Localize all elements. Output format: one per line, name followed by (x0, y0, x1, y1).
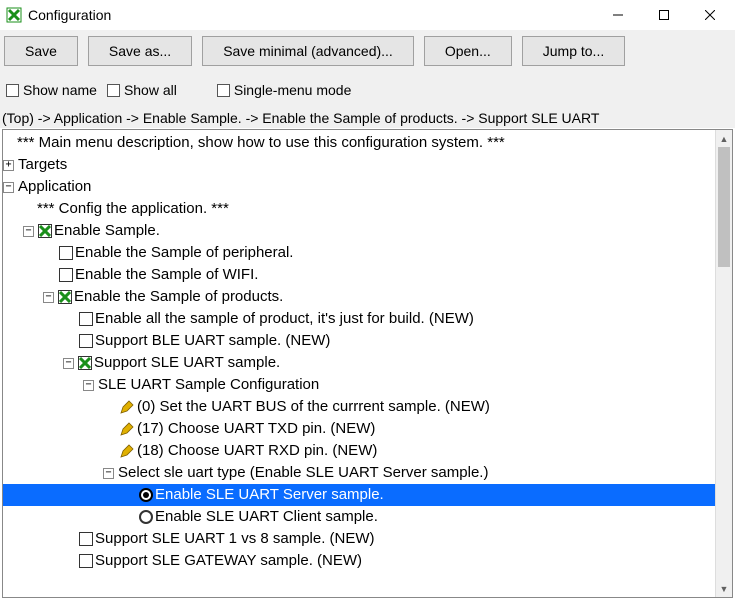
titlebar: Configuration (0, 0, 735, 30)
tree-item-app-description: *** Config the application. *** (3, 198, 715, 220)
collapse-icon[interactable]: − (43, 292, 54, 303)
checkbox-off-icon[interactable] (59, 268, 73, 282)
scroll-thumb[interactable] (718, 147, 730, 267)
tree-item-description: *** Main menu description, show how to u… (3, 132, 715, 154)
single-menu-checkbox[interactable]: Single-menu mode (217, 82, 352, 98)
close-button[interactable] (687, 0, 733, 30)
vertical-scrollbar[interactable]: ▲ ▼ (715, 130, 732, 597)
collapse-icon[interactable]: − (63, 358, 74, 369)
pencil-icon (119, 399, 135, 415)
tree-item-uart-txd[interactable]: (17) Choose UART TXD pin. (NEW) (3, 418, 715, 440)
breadcrumb: (Top) -> Application -> Enable Sample. -… (0, 108, 735, 128)
show-name-label: Show name (23, 82, 97, 98)
checkbox-off-icon[interactable] (79, 554, 93, 568)
checkbox-off-icon[interactable] (79, 312, 93, 326)
tree-item-sample-products[interactable]: − Enable the Sample of products. (3, 286, 715, 308)
tree-item-sle-config[interactable]: − SLE UART Sample Configuration (3, 374, 715, 396)
radio-off-icon[interactable] (139, 510, 153, 524)
tree-item-sample-wifi[interactable]: Enable the Sample of WIFI. (3, 264, 715, 286)
jump-to-button[interactable]: Jump to... (522, 36, 625, 66)
tree-item-enable-all[interactable]: Enable all the sample of product, it's j… (3, 308, 715, 330)
tree-item-sle-uart[interactable]: − Support SLE UART sample. (3, 352, 715, 374)
checkbox-off-icon[interactable] (59, 246, 73, 260)
checkbox-on-icon[interactable] (78, 356, 92, 370)
pencil-icon (119, 443, 135, 459)
tree-item-enable-sample[interactable]: − Enable Sample. (3, 220, 715, 242)
window-title: Configuration (28, 7, 595, 23)
show-all-label: Show all (124, 82, 177, 98)
toolbar: Save Save as... Save minimal (advanced).… (0, 30, 735, 72)
collapse-icon[interactable]: − (103, 468, 114, 479)
tree-item-uart-bus[interactable]: (0) Set the UART BUS of the currrent sam… (3, 396, 715, 418)
collapse-icon[interactable]: − (23, 226, 34, 237)
app-icon (6, 7, 22, 23)
tree-view: *** Main menu description, show how to u… (2, 129, 733, 598)
pencil-icon (119, 421, 135, 437)
checkbox-on-icon[interactable] (58, 290, 72, 304)
tree-item-ble-uart[interactable]: Support BLE UART sample. (NEW) (3, 330, 715, 352)
checkbox-off-icon[interactable] (79, 334, 93, 348)
tree-item-sle-server[interactable]: Enable SLE UART Server sample. (3, 484, 715, 506)
tree-item-sle-type[interactable]: − Select sle uart type (Enable SLE UART … (3, 462, 715, 484)
tree-item-sle-client[interactable]: Enable SLE UART Client sample. (3, 506, 715, 528)
save-button[interactable]: Save (4, 36, 78, 66)
window-controls (595, 0, 733, 30)
open-button[interactable]: Open... (424, 36, 512, 66)
options-row: Show name Show all Single-menu mode (0, 72, 735, 108)
minimize-button[interactable] (595, 0, 641, 30)
scroll-up-icon[interactable]: ▲ (716, 130, 732, 147)
tree-item-sle-1v8[interactable]: Support SLE UART 1 vs 8 sample. (NEW) (3, 528, 715, 550)
single-menu-label: Single-menu mode (234, 82, 352, 98)
tree-item-uart-rxd[interactable]: (18) Choose UART RXD pin. (NEW) (3, 440, 715, 462)
scroll-down-icon[interactable]: ▼ (716, 580, 732, 597)
save-as-button[interactable]: Save as... (88, 36, 192, 66)
show-name-checkbox[interactable]: Show name (6, 82, 97, 98)
collapse-icon[interactable]: − (3, 182, 14, 193)
checkbox-on-icon[interactable] (38, 224, 52, 238)
maximize-button[interactable] (641, 0, 687, 30)
radio-on-icon[interactable] (139, 488, 153, 502)
expand-icon[interactable]: + (3, 160, 14, 171)
save-minimal-button[interactable]: Save minimal (advanced)... (202, 36, 414, 66)
tree-item-application[interactable]: − Application (3, 176, 715, 198)
tree-item-targets[interactable]: + Targets (3, 154, 715, 176)
show-all-checkbox[interactable]: Show all (107, 82, 177, 98)
tree-item-sample-peripheral[interactable]: Enable the Sample of peripheral. (3, 242, 715, 264)
tree-item-sle-gateway[interactable]: Support SLE GATEWAY sample. (NEW) (3, 550, 715, 572)
checkbox-off-icon[interactable] (79, 532, 93, 546)
collapse-icon[interactable]: − (83, 380, 94, 391)
